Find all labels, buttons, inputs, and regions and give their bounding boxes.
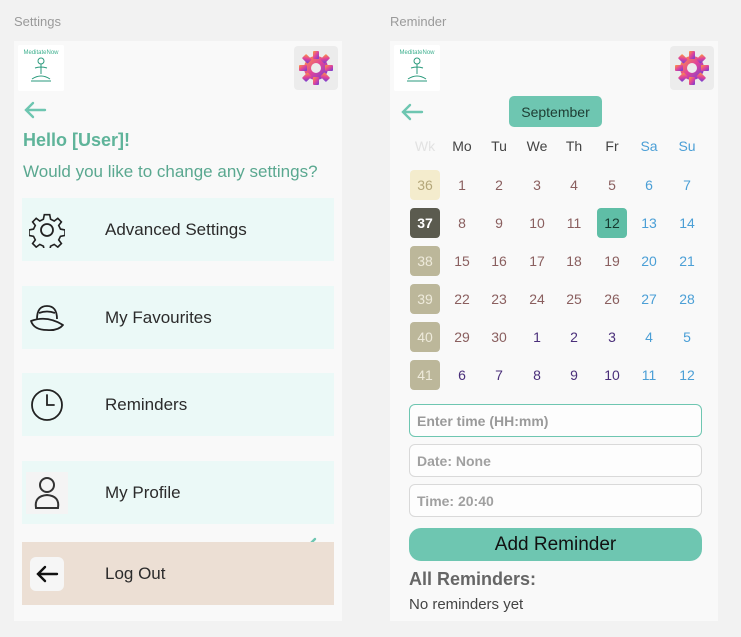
- calendar-day[interactable]: 29: [447, 322, 477, 352]
- time-display: Time: 20:40: [409, 484, 702, 517]
- month-selector-button[interactable]: September: [509, 96, 602, 127]
- weekday-header: We: [526, 138, 548, 154]
- calendar-day[interactable]: 24: [522, 284, 552, 314]
- calendar-day[interactable]: 3: [522, 170, 552, 200]
- week-number: 39: [410, 284, 440, 314]
- calendar-day-next-month[interactable]: 6: [447, 360, 477, 390]
- settings-gear-button[interactable]: [294, 46, 338, 90]
- calendar-day[interactable]: 15: [447, 246, 477, 276]
- calendar-day-next-month[interactable]: 8: [522, 360, 552, 390]
- calendar-day[interactable]: 1: [447, 170, 477, 200]
- calendar-day[interactable]: 25: [559, 284, 589, 314]
- menu-item-reminders[interactable]: Reminders: [22, 373, 334, 436]
- calendar-day[interactable]: 18: [559, 246, 589, 276]
- menu-item-advanced-settings[interactable]: Advanced Settings: [22, 198, 334, 261]
- greeting-title: Hello [User]!: [23, 130, 131, 150]
- back-button[interactable]: [400, 103, 424, 121]
- menu-item-my-profile[interactable]: My Profile: [22, 461, 334, 524]
- calendar-day[interactable]: 19: [597, 246, 627, 276]
- weekday-header: Tu: [491, 138, 507, 154]
- reminder-screen: MeditateNow September Wk Mo Tu We Th Fr …: [390, 41, 718, 621]
- calendar-day[interactable]: 10: [522, 208, 552, 238]
- menu-item-label: My Favourites: [105, 307, 212, 327]
- week-number: 41: [410, 360, 440, 390]
- app-logo: MeditateNow: [394, 45, 440, 91]
- gear-icon: [26, 209, 68, 251]
- week-number: 36: [410, 170, 440, 200]
- weekday-header: Mo: [452, 138, 472, 154]
- arrow-left-icon: [24, 101, 47, 119]
- arrow-left-icon: [401, 103, 424, 121]
- calendar-day-next-month[interactable]: 9: [559, 360, 589, 390]
- calendar-day[interactable]: 13: [634, 208, 664, 238]
- all-reminders-title: All Reminders:: [409, 569, 537, 589]
- weekday-header: Sa: [640, 138, 658, 154]
- calendar-day[interactable]: 6: [634, 170, 664, 200]
- calendar-day[interactable]: 5: [597, 170, 627, 200]
- calendar-day[interactable]: 16: [484, 246, 514, 276]
- reminder-frame-label: Reminder: [390, 14, 447, 29]
- calendar-day[interactable]: 2: [484, 170, 514, 200]
- clock-icon: [26, 384, 68, 426]
- week-number: 38: [410, 246, 440, 276]
- settings-frame-label: Settings: [14, 14, 61, 29]
- arrow-left-icon: [30, 556, 64, 591]
- logo-text: MeditateNow: [23, 50, 59, 56]
- settings-screen: MeditateNow Hello [User]! Would you like…: [14, 41, 342, 621]
- week-number: 37: [410, 208, 440, 238]
- calendar-day-next-month[interactable]: 3: [597, 322, 627, 352]
- calendar-day[interactable]: 28: [672, 284, 702, 314]
- gear-icon: [299, 51, 333, 85]
- week-number: 40: [410, 322, 440, 352]
- menu-item-label: Reminders: [105, 394, 188, 414]
- calendar-day[interactable]: 8: [447, 208, 477, 238]
- calendar-day[interactable]: 4: [559, 170, 589, 200]
- user-icon: [26, 471, 68, 514]
- calendar-day[interactable]: 9: [484, 208, 514, 238]
- week-number-header: Wk: [414, 138, 436, 154]
- calendar-day-next-month[interactable]: 2: [559, 322, 589, 352]
- calendar-day-next-month[interactable]: 5: [672, 322, 702, 352]
- menu-item-label: Log Out: [105, 563, 166, 583]
- logo-text: MeditateNow: [399, 50, 435, 56]
- weekday-header: Su: [678, 138, 696, 154]
- back-button[interactable]: [23, 101, 47, 119]
- weekday-header: Th: [565, 138, 583, 154]
- calendar-day[interactable]: 23: [484, 284, 514, 314]
- settings-gear-button[interactable]: [670, 46, 714, 90]
- calendar-day-next-month[interactable]: 10: [597, 360, 627, 390]
- weekday-header: Fr: [605, 138, 619, 154]
- calendar-day[interactable]: 21: [672, 246, 702, 276]
- calendar-day[interactable]: 11: [559, 208, 589, 238]
- calendar-day-next-month[interactable]: 7: [484, 360, 514, 390]
- calendar-day[interactable]: 27: [634, 284, 664, 314]
- menu-item-label: Advanced Settings: [105, 219, 247, 239]
- menu-item-label: My Profile: [105, 482, 181, 502]
- calendar-day[interactable]: 7: [672, 170, 702, 200]
- calendar-day-selected[interactable]: 12: [597, 208, 627, 238]
- date-display: Date: None: [409, 444, 702, 477]
- empty-reminders-text: No reminders yet: [409, 596, 524, 613]
- gear-icon: [675, 51, 709, 85]
- calendar-day[interactable]: 17: [522, 246, 552, 276]
- calendar-day[interactable]: 26: [597, 284, 627, 314]
- calendar-day-next-month[interactable]: 4: [634, 322, 664, 352]
- calendar-day[interactable]: 22: [447, 284, 477, 314]
- app-logo: MeditateNow: [18, 45, 64, 91]
- calendar-day-next-month[interactable]: 12: [672, 360, 702, 390]
- calendar-day-next-month[interactable]: 1: [522, 322, 552, 352]
- add-reminder-button[interactable]: Add Reminder: [409, 528, 702, 561]
- menu-item-my-favourites[interactable]: My Favourites: [22, 286, 334, 349]
- calendar-day[interactable]: 20: [634, 246, 664, 276]
- calendar-day[interactable]: 30: [484, 322, 514, 352]
- settings-question: Would you like to change any settings?: [23, 162, 318, 181]
- hat-icon: [26, 297, 68, 339]
- time-input[interactable]: [409, 404, 702, 437]
- calendar-day[interactable]: 14: [672, 208, 702, 238]
- menu-item-log-out[interactable]: Log Out: [22, 542, 334, 605]
- calendar-day-next-month[interactable]: 11: [634, 360, 664, 390]
